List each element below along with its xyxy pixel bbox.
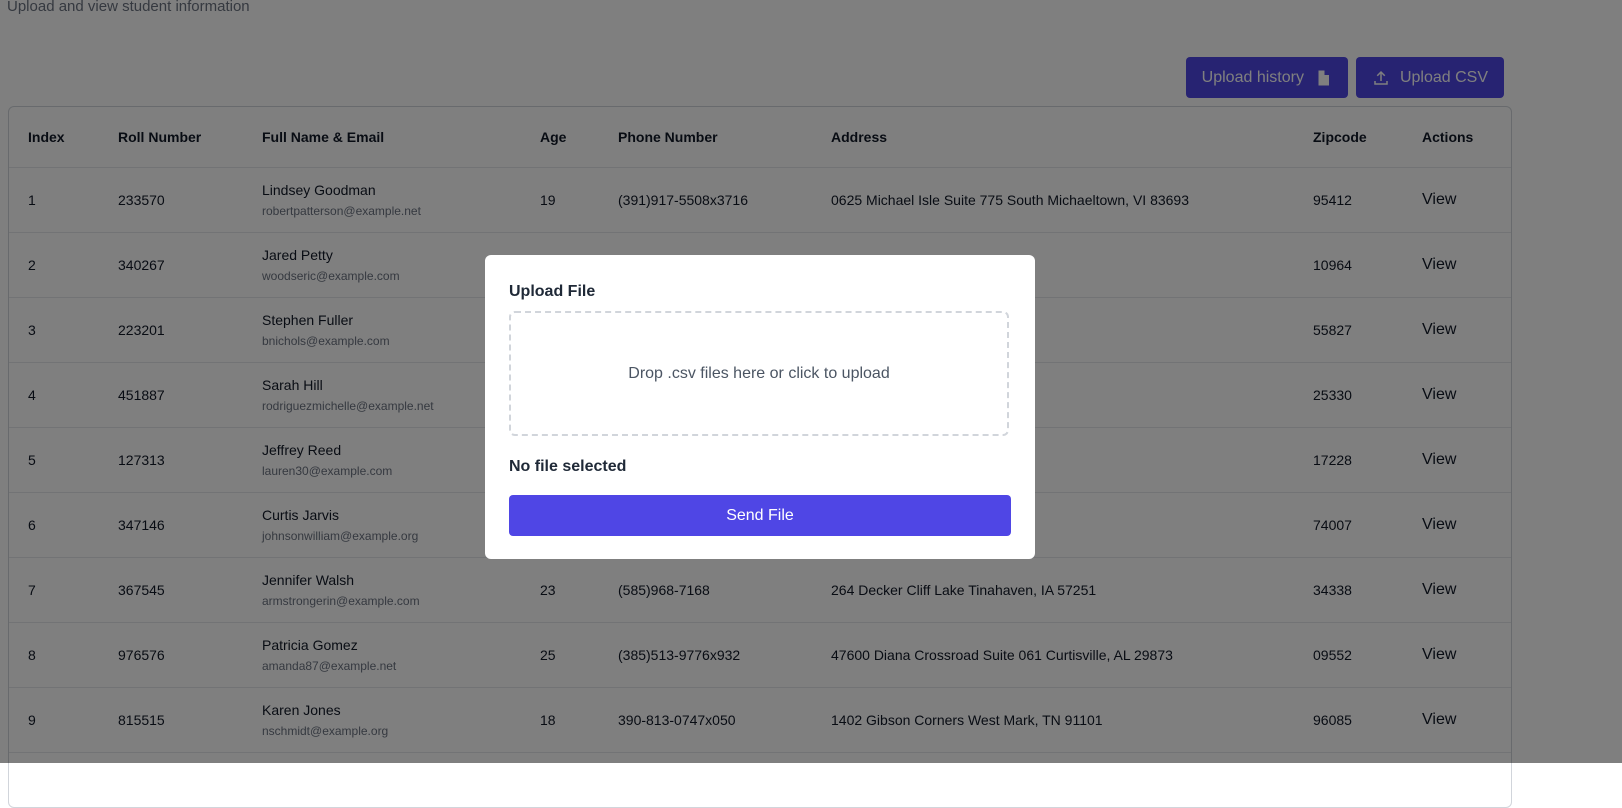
modal-title: Upload File xyxy=(509,283,596,300)
upload-modal: Upload File Drop .csv files here or clic… xyxy=(485,255,1035,559)
student-page: Upload and view student information Uplo… xyxy=(0,0,1622,808)
file-status: No file selected xyxy=(509,458,627,475)
send-file-button[interactable]: Send File xyxy=(509,495,1011,536)
dropzone-text: Drop .csv files here or click to upload xyxy=(628,364,890,382)
file-dropzone[interactable]: Drop .csv files here or click to upload xyxy=(509,311,1009,436)
